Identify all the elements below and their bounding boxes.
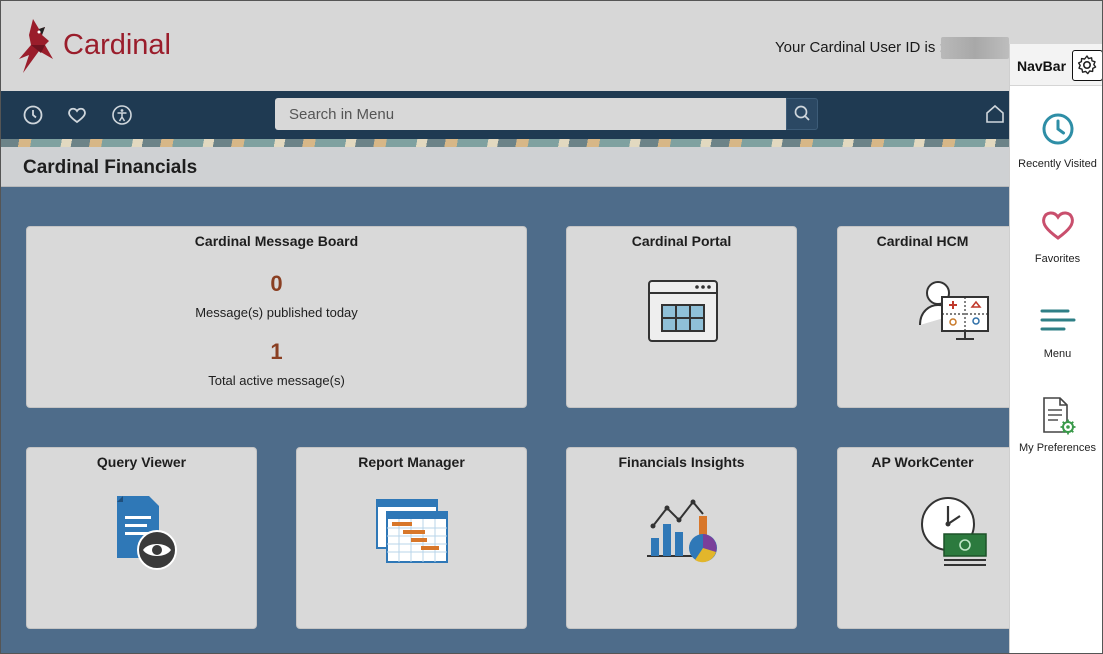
gear-icon — [1077, 55, 1097, 75]
navbar-panel: NavBar Recently Visited Favorites Menu M… — [1009, 44, 1102, 653]
nav-item-menu[interactable]: Menu — [1010, 302, 1102, 392]
tile-title: Financials Insights — [618, 454, 745, 470]
preferences-icon — [1043, 397, 1076, 435]
clock-icon — [1042, 113, 1074, 145]
tile-title: Report Manager — [358, 454, 465, 470]
navbar-header: NavBar — [1010, 44, 1102, 86]
cardinal-bird-icon — [19, 19, 53, 73]
page-title-bar: Cardinal Financials — [1, 147, 1102, 187]
page-title: Cardinal Financials — [23, 157, 198, 178]
user-id-redacted — [941, 37, 1009, 59]
nav-item-label: My Preferences — [1018, 442, 1097, 454]
messages-active-count: 1 — [270, 339, 283, 364]
tile-cardinal-portal[interactable]: Cardinal Portal — [566, 226, 797, 408]
messages-published-label: Message(s) published today — [195, 305, 358, 320]
search-icon — [794, 105, 810, 121]
tile-financials-insights[interactable]: Financials Insights — [566, 447, 797, 629]
tile-cardinal-message-board[interactable]: Cardinal Message Board 0 Message(s) publ… — [26, 226, 527, 408]
tile-query-viewer[interactable]: Query Viewer — [26, 447, 257, 629]
accessibility-icon[interactable] — [111, 104, 133, 126]
brand-name: Cardinal — [63, 28, 171, 61]
header: Cardinal Your Cardinal User ID is : — [1, 1, 1102, 91]
nav-item-label: Menu — [1043, 348, 1072, 360]
nav-item-label: Favorites — [1034, 253, 1081, 265]
heart-icon — [1042, 211, 1074, 240]
decorative-banner — [1, 139, 1102, 147]
user-id-label: Your Cardinal User ID is : — [775, 39, 944, 56]
report-manager-gantt-icon — [376, 499, 448, 563]
history-icon[interactable] — [22, 104, 44, 126]
financials-insights-chart-icon — [647, 499, 717, 563]
tile-title: Cardinal Portal — [631, 233, 732, 249]
tile-report-manager[interactable]: Report Manager — [296, 447, 527, 629]
nav-item-my-preferences[interactable]: My Preferences — [1010, 396, 1102, 486]
nav-item-recently-visited[interactable]: Recently Visited — [1010, 112, 1102, 202]
cardinal-logo[interactable]: Cardinal — [15, 15, 171, 75]
search-bar — [275, 98, 818, 130]
search-input[interactable] — [275, 98, 786, 130]
nav-item-favorites[interactable]: Favorites — [1010, 207, 1102, 297]
tile-title: Query Viewer — [96, 454, 187, 470]
menu-icon — [1040, 309, 1076, 331]
app-window: Cardinal Your Cardinal User ID is : Sear… — [0, 0, 1103, 654]
favorites-icon[interactable] — [66, 104, 88, 126]
tile-title: AP WorkCenter — [871, 454, 974, 470]
messages-active-label: Total active message(s) — [208, 373, 345, 388]
tile-title: Cardinal Message Board — [194, 233, 359, 249]
query-viewer-document-eye-icon — [117, 496, 177, 570]
home-icon[interactable] — [984, 103, 1006, 125]
nav-item-label: Recently Visited — [1018, 158, 1097, 170]
navbar-settings-button[interactable] — [1072, 50, 1102, 81]
tile-title: Cardinal HCM — [876, 233, 969, 249]
messages-published-count: 0 — [270, 271, 283, 296]
ap-workcenter-clock-money-icon — [921, 497, 987, 566]
portal-window-icon — [648, 280, 718, 342]
navbar-title: NavBar — [1017, 58, 1067, 74]
hcm-person-icon — [919, 281, 989, 340]
tile-grid: Cardinal Message Board 0 Message(s) publ… — [1, 187, 1102, 653]
search-button[interactable] — [786, 98, 818, 130]
